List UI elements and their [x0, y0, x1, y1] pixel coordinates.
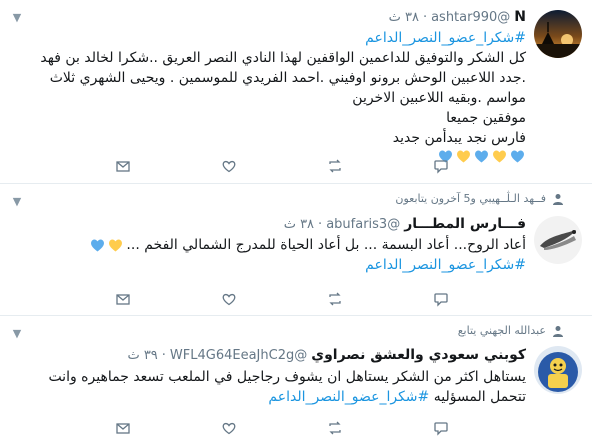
- tweet-line: فارس نجد يبدأمن جديد: [392, 130, 526, 146]
- blue-heart-icon: [475, 150, 488, 163]
- heart-outline-icon: [222, 160, 236, 173]
- blue-heart-icon: [511, 150, 524, 163]
- chevron-down-icon[interactable]: ▼: [10, 328, 24, 340]
- heart-emoji-row: [89, 237, 124, 253]
- retweet-icon: [329, 292, 341, 306]
- user-handle[interactable]: @ashtar990: [431, 10, 510, 25]
- hashtag-link[interactable]: #شكرا_عضو_النصر_الداعم: [268, 389, 429, 405]
- separator-dot: ·: [318, 216, 323, 232]
- direct-message-button[interactable]: [112, 157, 134, 175]
- social-context: فــهد الـڷــهيبي و5 آخرون يتابعون: [395, 192, 564, 205]
- envelope-icon: [116, 161, 130, 172]
- tweet-text: أعاد الروح... أعاد البسمة ... بل أعاد ال…: [6, 235, 526, 275]
- yellow-heart-icon: [493, 150, 506, 163]
- tweet-time[interactable]: ٣٨ ث: [284, 217, 314, 232]
- tweet-header: كوبني سعودي والعشق نصراوي @WFL4G64EeaJhC…: [127, 344, 526, 366]
- display-name[interactable]: فـــارس المطـــار: [404, 216, 526, 232]
- reply-button[interactable]: [430, 290, 452, 308]
- tweet-line: يستاهل اكثر من الشكر يستاهل ان يشوف رجاج…: [48, 369, 526, 385]
- tweet-header: فـــارس المطـــار @abufaris3 · ٣٨ ث: [284, 213, 526, 235]
- heart-outline-icon: [222, 422, 236, 435]
- tweet-actions: [112, 419, 452, 437]
- reply-button[interactable]: [430, 419, 452, 437]
- person-icon: [553, 193, 563, 205]
- chevron-down-icon[interactable]: ▼: [10, 12, 24, 24]
- separator-dot: ·: [422, 9, 428, 25]
- display-name[interactable]: كوبني سعودي والعشق نصراوي: [311, 347, 526, 363]
- tweet-actions: [112, 157, 452, 175]
- heart-outline-icon: [222, 293, 236, 306]
- avatar[interactable]: [534, 10, 582, 58]
- reply-button[interactable]: [430, 157, 452, 175]
- separator-dot: ·: [161, 347, 166, 363]
- yellow-heart-icon: [109, 239, 123, 252]
- like-button[interactable]: [218, 157, 240, 175]
- user-handle[interactable]: @WFL4G64EeaJhC2g: [170, 348, 307, 363]
- retweet-icon: [329, 159, 341, 173]
- tweet-text: يستاهل اكثر من الشكر يستاهل ان يشوف رجاج…: [6, 367, 526, 407]
- social-context: عبدالله الجهني يتابع: [458, 324, 564, 337]
- yellow-heart-icon: [457, 150, 470, 163]
- tweet-time[interactable]: ٣٨ ث: [389, 10, 419, 25]
- blue-heart-icon: [91, 239, 105, 252]
- display-name[interactable]: N: [514, 9, 526, 25]
- avatar[interactable]: [534, 216, 582, 264]
- tweet-actions: [112, 290, 452, 308]
- tweet-header: N @ashtar990 · ٣٨ ث: [389, 6, 526, 28]
- tweet-item[interactable]: فــهد الـڷــهيبي و5 آخرون يتابعون ▼ فـــ…: [0, 184, 592, 316]
- tweet-item[interactable]: عبدالله الجهني يتابع ▼ كوبني سعودي والعش…: [0, 316, 592, 447]
- tweet-line: كل الشكر والتوفيق للداعمين الواقفين لهذا…: [40, 50, 526, 66]
- reply-icon: [434, 422, 448, 436]
- tweet-line: .جدد اللاعبين الوحش برونو اوفيني .احمد ا…: [49, 70, 526, 86]
- chevron-down-icon[interactable]: ▼: [10, 196, 24, 208]
- tweet-item[interactable]: ▼ N @ashtar990 · ٣٨ ث #شكرا_عضو_النصر_ال…: [0, 0, 592, 184]
- tweet-text: #شكرا_عضو_النصر_الداعم كل الشكر والتوفيق…: [6, 28, 526, 164]
- retweet-button[interactable]: [324, 290, 346, 308]
- avatar[interactable]: [534, 346, 582, 394]
- hashtag-link[interactable]: #شكرا_عضو_النصر_الداعم: [6, 255, 526, 275]
- tweet-line: موفقين جميعا: [446, 110, 526, 126]
- direct-message-button[interactable]: [112, 290, 134, 308]
- tweet-line: تتحمل المسؤليه: [433, 389, 526, 405]
- tweet-time[interactable]: ٣٩ ث: [127, 348, 157, 363]
- envelope-icon: [116, 423, 130, 434]
- hashtag-link[interactable]: #شكرا_عضو_النصر_الداعم: [6, 28, 526, 48]
- reply-icon: [434, 160, 448, 174]
- tweet-line: مواسم .وبقيه اللاعبين الاخرين: [352, 90, 526, 106]
- context-text[interactable]: فــهد الـڷــهيبي و5 آخرون يتابعون: [395, 192, 546, 205]
- tweet-line: أعاد الروح... أعاد البسمة ... بل أعاد ال…: [126, 237, 526, 253]
- user-handle[interactable]: @abufaris3: [326, 217, 400, 232]
- context-text[interactable]: عبدالله الجهني يتابع: [458, 324, 546, 337]
- direct-message-button[interactable]: [112, 419, 134, 437]
- envelope-icon: [116, 294, 130, 305]
- tweet-line-row: أعاد الروح... أعاد البسمة ... بل أعاد ال…: [6, 235, 526, 255]
- retweet-button[interactable]: [324, 419, 346, 437]
- retweet-icon: [329, 421, 341, 435]
- tweet-line-row: تتحمل المسؤليه #شكرا_عضو_النصر_الداعم: [6, 387, 526, 407]
- like-button[interactable]: [218, 419, 240, 437]
- tweet-feed: ▼ N @ashtar990 · ٣٨ ث #شكرا_عضو_النصر_ال…: [0, 0, 592, 447]
- reply-icon: [434, 293, 448, 307]
- retweet-button[interactable]: [324, 157, 346, 175]
- person-icon: [553, 325, 563, 337]
- like-button[interactable]: [218, 290, 240, 308]
